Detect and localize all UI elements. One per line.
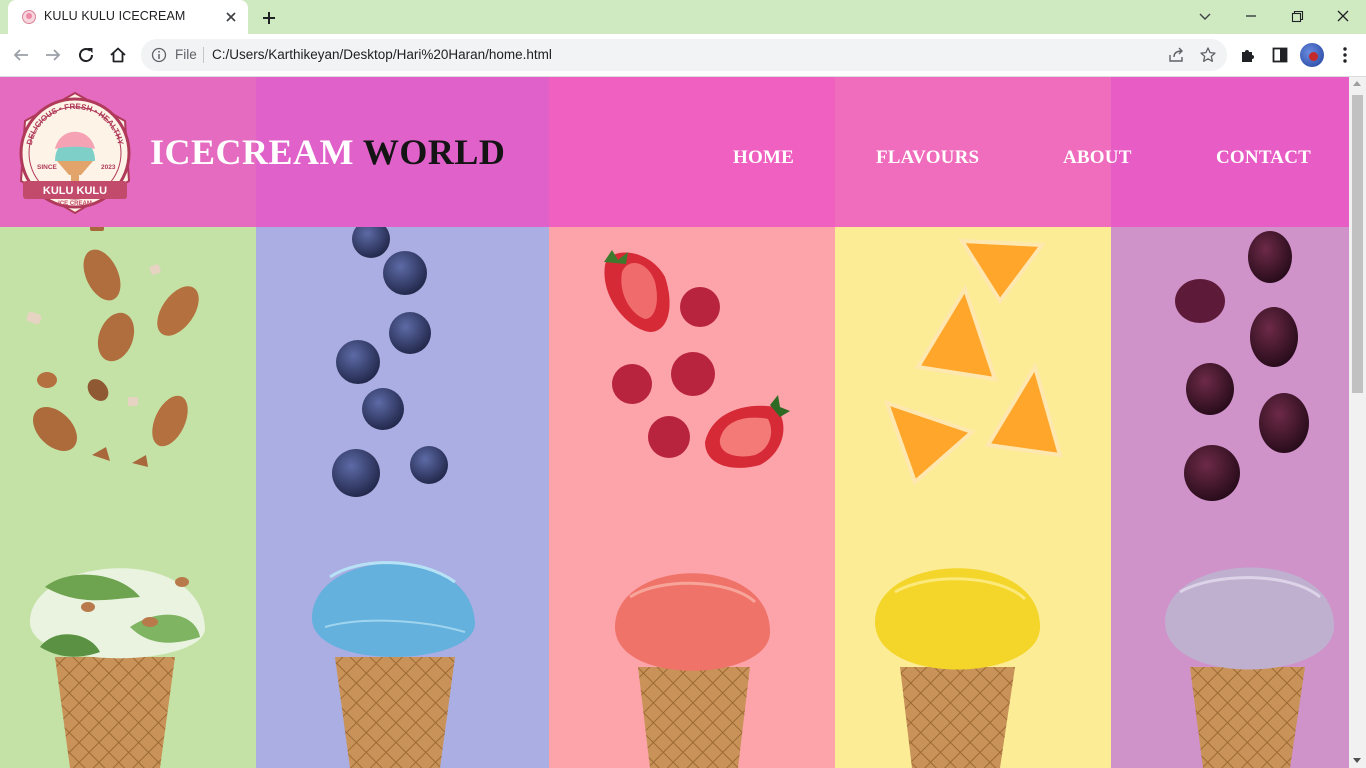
back-icon[interactable] xyxy=(10,44,32,66)
nav-home[interactable]: HOME xyxy=(733,147,794,169)
blueberry-icon xyxy=(332,227,448,497)
kulu-kulu-logo[interactable]: KULU KULU ICE CREAM SINCE 2023 DELICIOUS… xyxy=(15,91,135,215)
site-title: ICECREAM WORLD xyxy=(150,131,505,173)
strawberry-icon xyxy=(604,250,790,468)
minimize-icon[interactable] xyxy=(1238,5,1264,27)
hero-illustration xyxy=(26,227,1335,768)
scroll-up-arrow-icon[interactable] xyxy=(1353,81,1361,86)
tab-title: KULU KULU ICECREAM xyxy=(44,9,186,23)
site-title-part2: WORLD xyxy=(362,132,506,172)
home-icon[interactable] xyxy=(107,44,129,66)
restore-icon[interactable] xyxy=(1284,5,1310,27)
address-bar[interactable]: File C:/Users/Karthikeyan/Desktop/Hari%2… xyxy=(141,39,1227,71)
scroll-thumb[interactable] xyxy=(1352,95,1363,393)
orange-slice-icon xyxy=(883,238,1063,486)
reload-icon[interactable] xyxy=(75,44,97,66)
forward-icon[interactable] xyxy=(42,44,64,66)
almond-icon xyxy=(26,227,199,467)
tab-search-chevron-icon[interactable] xyxy=(1192,5,1218,27)
profile-avatar[interactable] xyxy=(1300,43,1324,67)
browser-tab[interactable]: KULU KULU ICECREAM xyxy=(8,0,248,34)
nav-flavours[interactable]: FLAVOURS xyxy=(876,147,979,169)
url-text[interactable]: C:/Users/Karthikeyan/Desktop/Hari%20Hara… xyxy=(212,47,552,62)
logo-brand-text: KULU KULU xyxy=(43,185,107,197)
scroll-down-arrow-icon[interactable] xyxy=(1353,758,1361,763)
side-panel-icon[interactable] xyxy=(1269,44,1291,66)
page-scrollbar[interactable] xyxy=(1349,77,1366,768)
close-window-icon[interactable] xyxy=(1330,5,1356,27)
blue-cone xyxy=(311,561,476,768)
browser-toolbar: File C:/Users/Karthikeyan/Desktop/Hari%2… xyxy=(0,34,1366,77)
page-viewport: KULU KULU ICE CREAM SINCE 2023 DELICIOUS… xyxy=(0,77,1349,768)
tab-favicon-icon xyxy=(22,10,36,24)
logo-year-text: 2023 xyxy=(101,164,116,171)
site-info-icon[interactable] xyxy=(151,47,167,63)
url-divider xyxy=(203,47,204,63)
site-header: KULU KULU ICE CREAM SINCE 2023 DELICIOUS… xyxy=(0,77,1349,227)
browser-tabstrip: KULU KULU ICECREAM xyxy=(0,0,1366,34)
nav-about[interactable]: ABOUT xyxy=(1063,147,1132,169)
new-tab-icon[interactable] xyxy=(258,7,280,29)
strawberry-cone xyxy=(615,573,770,768)
tab-close-icon[interactable] xyxy=(222,8,240,26)
logo-since-text: SINCE xyxy=(37,164,58,171)
lemon-cone xyxy=(875,568,1040,768)
blackberry-icon xyxy=(1175,231,1309,501)
extensions-icon[interactable] xyxy=(1237,44,1259,66)
logo-sub-text: ICE CREAM xyxy=(58,201,92,207)
nav-contact[interactable]: CONTACT xyxy=(1216,147,1311,169)
pistachio-cone xyxy=(30,568,206,768)
berry-cone xyxy=(1165,567,1335,768)
bookmark-star-icon[interactable] xyxy=(1199,46,1217,64)
url-scheme: File xyxy=(175,47,197,62)
share-icon[interactable] xyxy=(1167,46,1185,64)
menu-kebab-icon[interactable] xyxy=(1334,44,1356,66)
site-title-part1: ICECREAM xyxy=(150,132,355,172)
